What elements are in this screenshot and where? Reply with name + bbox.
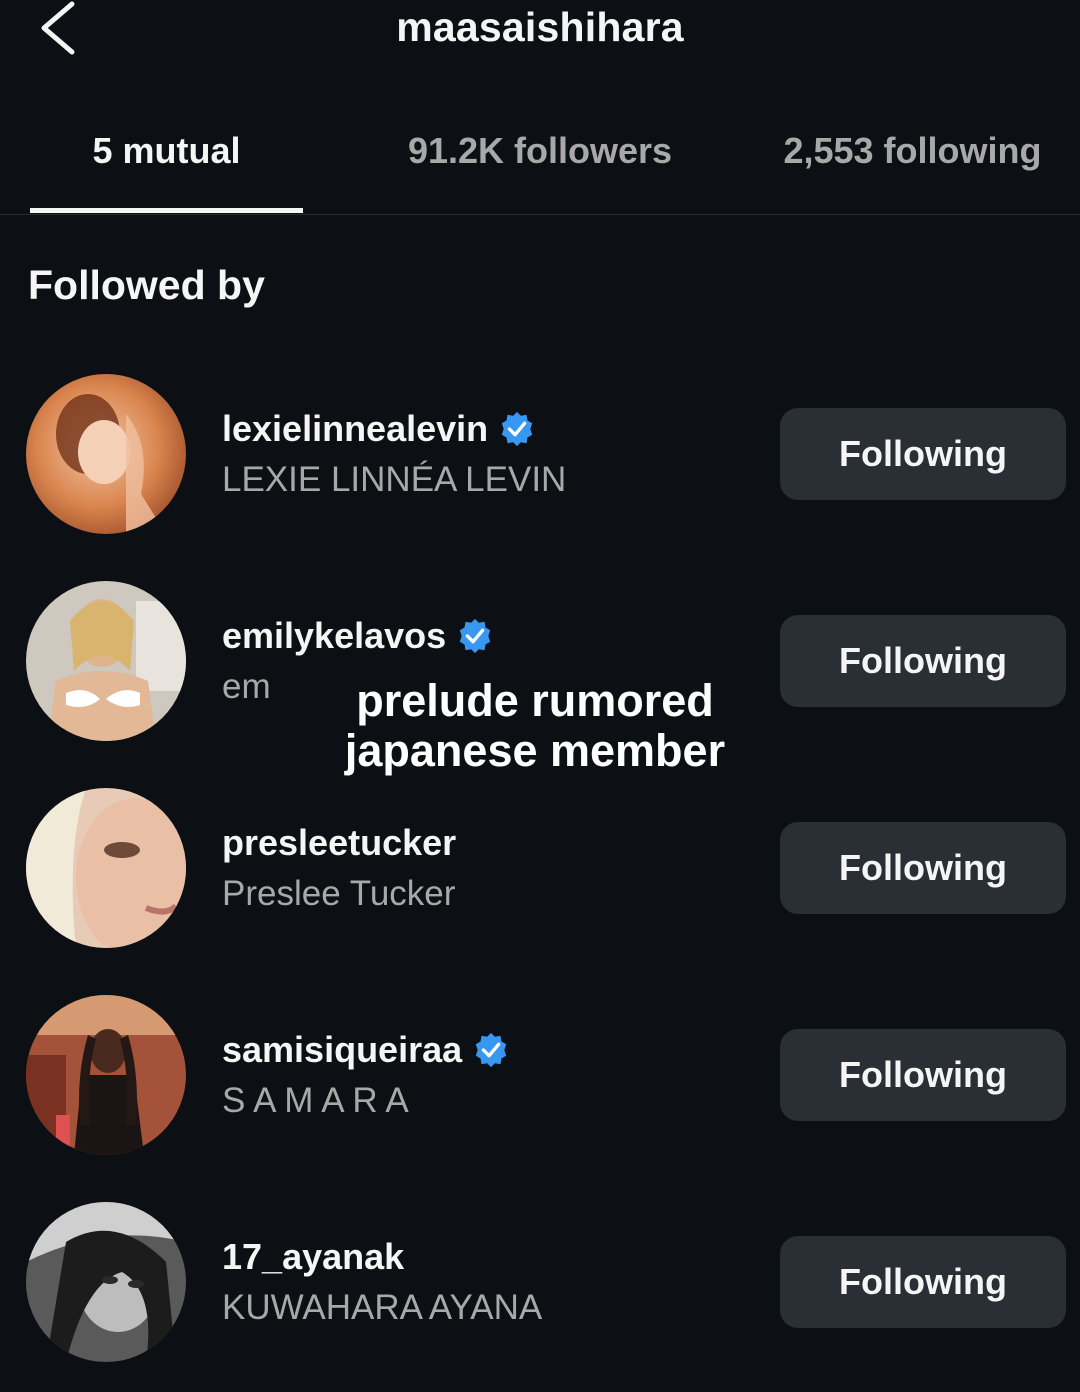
verified-badge-icon (501, 411, 533, 447)
following-button[interactable]: Following (780, 822, 1066, 914)
username-text: lexielinnealevin (222, 408, 489, 449)
username[interactable]: lexielinnealevin (222, 408, 536, 450)
tab-following[interactable]: 2,553 following (760, 130, 1065, 172)
overlay-caption-line-1: prelude rumored (356, 675, 714, 726)
user-row[interactable]: samisiqueiraa S A M A R A Following (0, 995, 1080, 1165)
overlay-caption-line-2: japanese member (344, 725, 726, 776)
username[interactable]: presleetucker (222, 822, 456, 864)
full-name: Preslee Tucker (222, 874, 456, 913)
tab-bar: 5 mutual 91.2K followers 2,553 following (0, 108, 1080, 215)
avatar[interactable] (26, 995, 186, 1155)
following-button[interactable]: Following (780, 408, 1066, 500)
avatar[interactable] (26, 581, 186, 741)
username-text: emilykelavos (222, 615, 447, 656)
header: maasaishihara (0, 0, 1080, 60)
following-button[interactable]: Following (780, 1236, 1066, 1328)
avatar[interactable] (26, 788, 186, 948)
avatar[interactable] (26, 1202, 186, 1362)
overlay-caption: prelude rumored japanese member (300, 676, 770, 776)
section-title: Followed by (28, 262, 265, 308)
following-button[interactable]: Following (780, 1029, 1066, 1121)
username-text: presleetucker (222, 822, 457, 863)
username-text: samisiqueiraa (222, 1029, 463, 1070)
full-name: LEXIE LINNÉA LEVIN (222, 460, 567, 499)
active-tab-indicator (30, 208, 303, 213)
avatar[interactable] (26, 374, 186, 534)
following-button[interactable]: Following (780, 615, 1066, 707)
verified-badge-icon (459, 618, 491, 654)
tab-followers[interactable]: 91.2K followers (340, 130, 740, 172)
username[interactable]: emilykelavos (222, 615, 494, 657)
user-row[interactable]: presleetucker Preslee Tucker Following (0, 788, 1080, 958)
page-title: maasaishihara (396, 4, 684, 50)
username[interactable]: 17_ayanak (222, 1236, 404, 1278)
username[interactable]: samisiqueiraa (222, 1029, 510, 1071)
full-name: em (222, 667, 271, 706)
username-text: 17_ayanak (222, 1236, 405, 1277)
full-name: S A M A R A (222, 1081, 409, 1120)
full-name: KUWAHARA AYANA (222, 1288, 543, 1327)
tab-mutual[interactable]: 5 mutual (30, 130, 303, 172)
user-row[interactable]: lexielinnealevin LEXIE LINNÉA LEVIN Foll… (0, 374, 1080, 544)
verified-badge-icon (475, 1032, 507, 1068)
user-row[interactable]: 17_ayanak KUWAHARA AYANA Following (0, 1202, 1080, 1372)
